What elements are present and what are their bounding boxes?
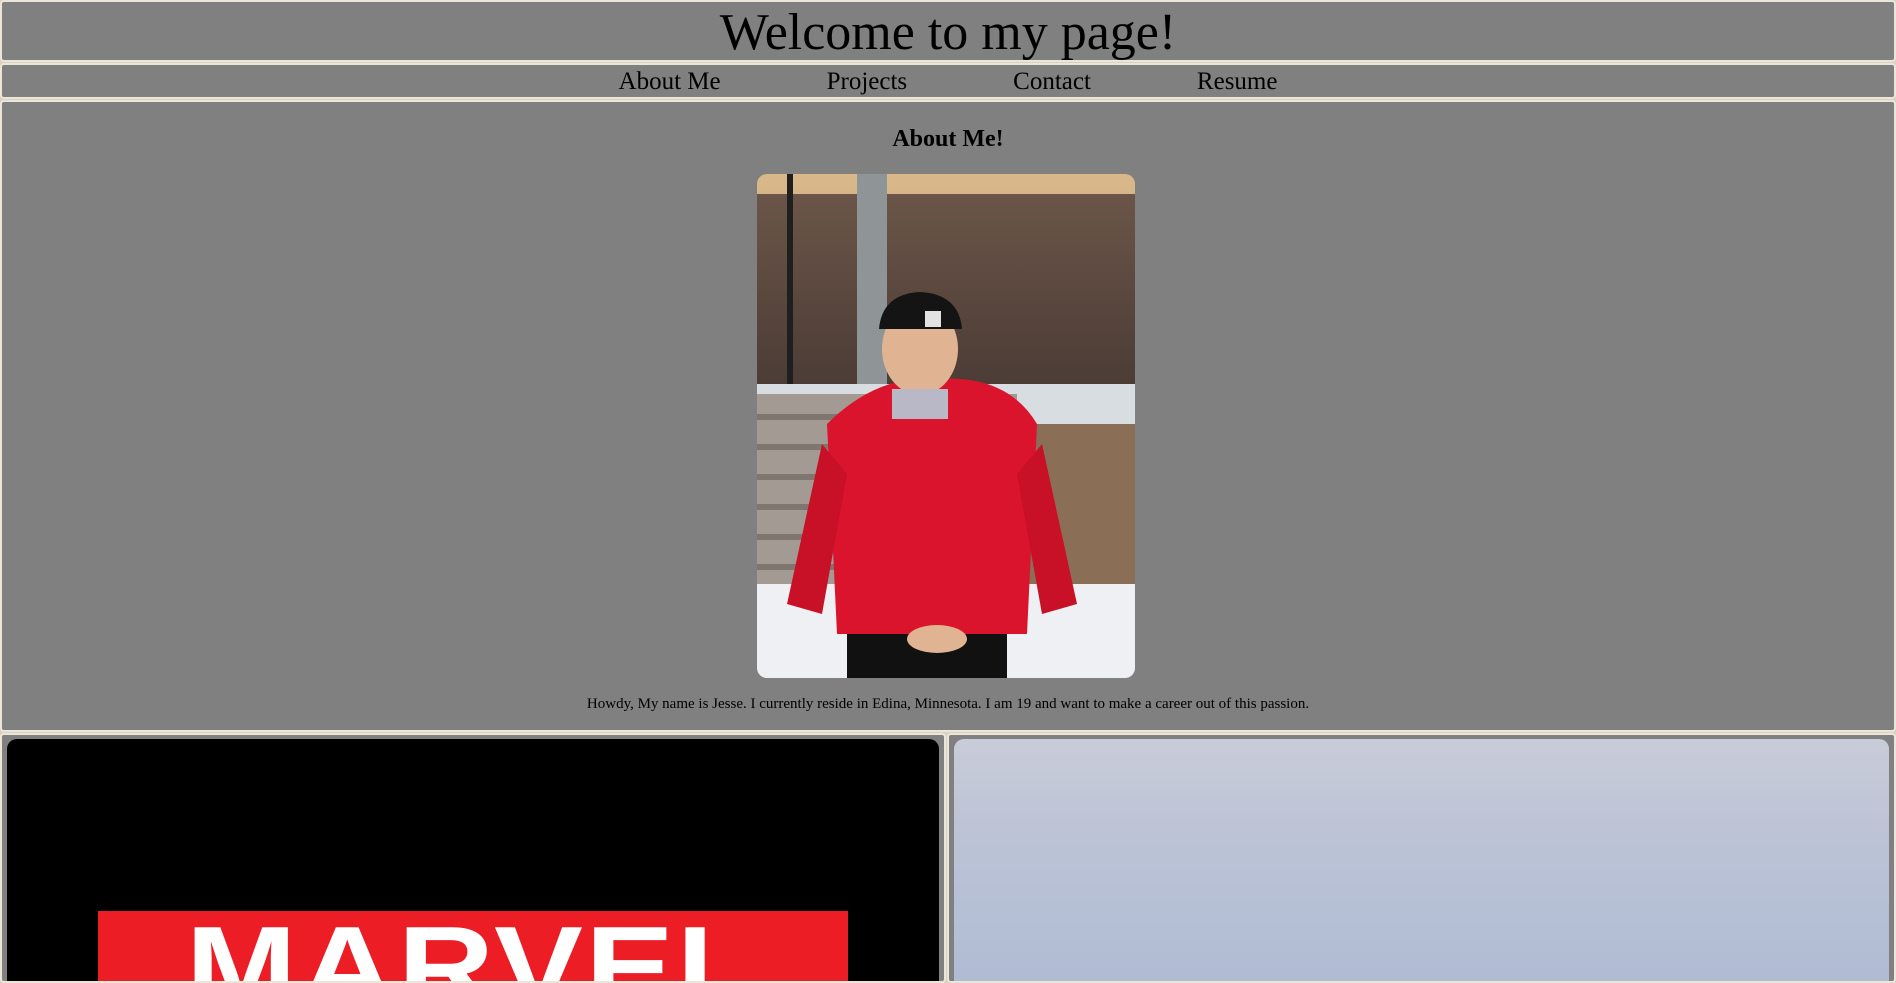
marvel-logo-text: MARVEL [185, 911, 761, 981]
about-heading: About Me! [892, 126, 1004, 152]
about-bio: Howdy, My name is Jesse. I currently res… [586, 696, 1310, 712]
about-section: About Me! Howdy, My name is Jesse. I cur… [0, 100, 1896, 732]
nav-link-contact[interactable]: Contact [1013, 65, 1091, 99]
nav-link-about-me[interactable]: About Me [619, 65, 721, 99]
main-nav: About Me Projects Contact Resume [0, 63, 1896, 99]
sky-image [954, 739, 1889, 981]
nav-item-about: About Me [619, 65, 721, 99]
page-title: Welcome to my page! [719, 4, 1177, 61]
nav-item-projects: Projects [827, 65, 908, 99]
nav-link-resume[interactable]: Resume [1197, 65, 1278, 99]
nav-item-contact: Contact [1013, 65, 1091, 99]
nav-item-resume: Resume [1197, 65, 1278, 99]
project-card-marvel[interactable]: MARVEL [0, 733, 946, 983]
portrait-photo [757, 174, 1135, 678]
nav-list: About Me Projects Contact Resume [2, 65, 1894, 99]
page-header: Welcome to my page! [0, 0, 1896, 62]
marvel-logo: MARVEL [98, 911, 848, 981]
portrait-photo-illustration [757, 174, 1135, 678]
nav-link-projects[interactable]: Projects [827, 65, 908, 99]
marvel-image: MARVEL [7, 739, 939, 981]
project-card-sky[interactable] [947, 733, 1896, 983]
